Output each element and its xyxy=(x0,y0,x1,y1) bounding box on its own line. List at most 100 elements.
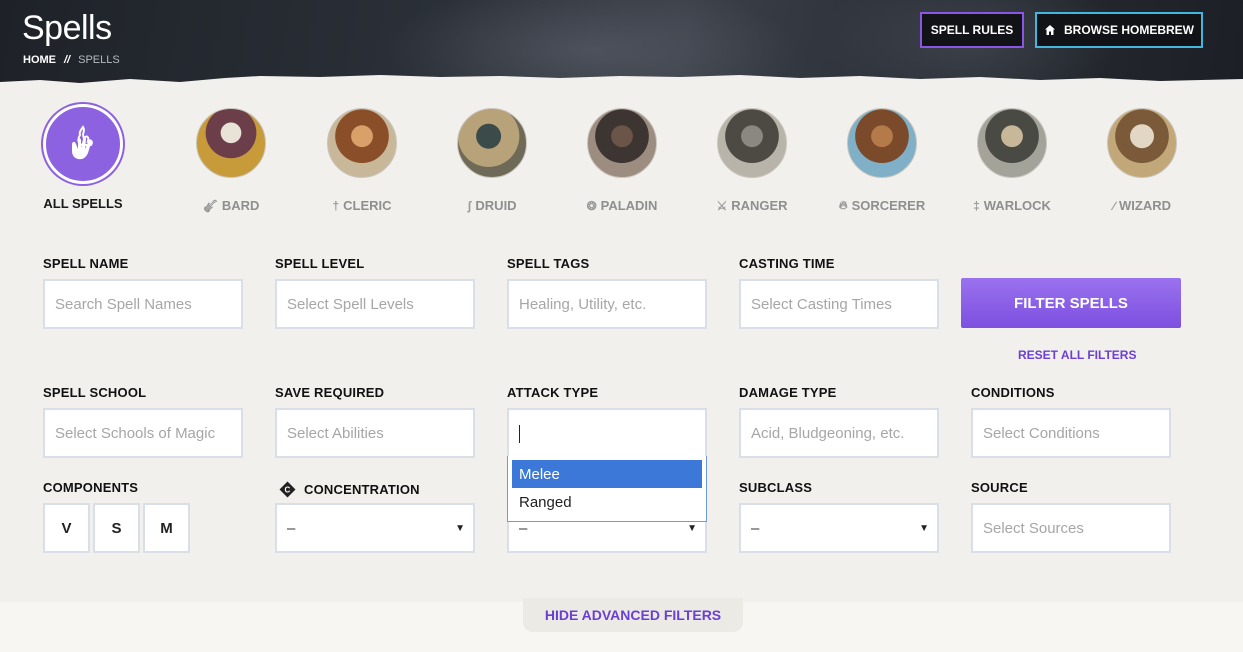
spell-school-placeholder: Select Schools of Magic xyxy=(55,424,216,442)
attack-type-input[interactable] xyxy=(507,408,707,458)
class-label-cleric: CLERIC xyxy=(343,198,392,213)
class-filter-warlock[interactable]: ‡ WARLOCK xyxy=(947,104,1077,213)
spell-tags-placeholder: Healing, Utility, etc. xyxy=(519,295,647,313)
paladin-portrait xyxy=(587,108,657,178)
subclass-select[interactable]: – ▼ xyxy=(739,503,939,553)
filter-spells-button[interactable]: FILTER SPELLS xyxy=(961,278,1181,328)
class-filter-wizard[interactable]: ∕ WIZARD xyxy=(1077,104,1207,213)
damage-type-placeholder: Acid, Bludgeoning, etc. xyxy=(751,424,905,442)
bard-icon: 🎸︎ xyxy=(202,198,218,213)
warlock-icon: ‡ xyxy=(973,198,980,213)
attack-type-dropdown: Melee Ranged xyxy=(507,456,707,522)
page-title: Spells xyxy=(22,9,112,47)
page-header: Spells HOME // SPELLS SPELL RULES BROWSE… xyxy=(0,0,1243,86)
conditions-label: CONDITIONS xyxy=(971,385,1055,400)
caret-down-icon: ▼ xyxy=(455,522,465,534)
breadcrumb-separator: // xyxy=(64,54,71,66)
ranger-icon: ⚔ xyxy=(716,198,728,213)
torn-edge xyxy=(0,75,1243,86)
caret-down-icon: ▼ xyxy=(919,522,929,534)
home-icon xyxy=(1045,25,1055,35)
breadcrumb: HOME // SPELLS xyxy=(23,54,120,66)
conditions-select[interactable]: Select Conditions xyxy=(971,408,1171,458)
spell-name-label: SPELL NAME xyxy=(43,256,129,271)
source-placeholder: Select Sources xyxy=(983,519,1084,537)
class-label-warlock: WARLOCK xyxy=(983,198,1051,213)
class-label-all: ALL SPELLS xyxy=(43,196,123,211)
concentration-select[interactable]: – ▼ xyxy=(275,503,475,553)
browse-homebrew-label: BROWSE HOMEBREW xyxy=(1064,23,1194,37)
cleric-portrait xyxy=(327,108,397,178)
spell-rules-button[interactable]: SPELL RULES xyxy=(920,12,1024,48)
save-required-label: SAVE REQUIRED xyxy=(275,385,385,400)
attack-type-label: ATTACK TYPE xyxy=(507,385,599,400)
sorcerer-portrait xyxy=(847,108,917,178)
damage-type-input[interactable]: Acid, Bludgeoning, etc. xyxy=(739,408,939,458)
concentration-icon: C xyxy=(279,481,296,498)
casting-time-label: CASTING TIME xyxy=(739,256,835,271)
ranger-portrait xyxy=(717,108,787,178)
reset-filters-link[interactable]: RESET ALL FILTERS xyxy=(1018,348,1136,362)
option-ranged[interactable]: Ranged xyxy=(512,488,702,516)
class-label-bard: BARD xyxy=(221,198,260,213)
class-filter-sorcerer[interactable]: 🔥︎ SORCERER xyxy=(817,104,947,213)
class-label-wizard: WIZARD xyxy=(1119,198,1171,213)
concentration-label-group: C CONCENTRATION xyxy=(279,481,420,498)
option-melee[interactable]: Melee xyxy=(512,460,702,488)
conditions-placeholder: Select Conditions xyxy=(983,424,1100,442)
class-label-paladin: PALADIN xyxy=(600,198,658,213)
spell-school-select[interactable]: Select Schools of Magic xyxy=(43,408,243,458)
cleric-icon: † xyxy=(332,198,340,213)
save-required-select[interactable]: Select Abilities xyxy=(275,408,475,458)
wizard-icon: ∕ xyxy=(1112,198,1115,213)
component-m-button[interactable]: M xyxy=(143,503,190,553)
warlock-portrait xyxy=(977,108,1047,178)
casting-time-placeholder: Select Casting Times xyxy=(751,295,892,313)
spell-level-select[interactable]: Select Spell Levels xyxy=(275,279,475,329)
text-cursor xyxy=(519,425,520,443)
subclass-value: – xyxy=(751,519,760,537)
svg-text:C: C xyxy=(285,486,291,495)
spell-name-input[interactable]: Search Spell Names xyxy=(43,279,243,329)
spell-tags-input[interactable]: Healing, Utility, etc. xyxy=(507,279,707,329)
class-label-ranger: RANGER xyxy=(731,198,788,213)
breadcrumb-current: SPELLS xyxy=(78,54,120,66)
subclass-label: SUBCLASS xyxy=(739,480,813,495)
sorcerer-icon: 🔥︎ xyxy=(838,198,848,212)
spell-level-label: SPELL LEVEL xyxy=(275,256,365,271)
class-filter-paladin[interactable]: ❂ PALADIN xyxy=(557,104,687,213)
all-spells-circle xyxy=(43,104,123,184)
class-label-druid: DRUID xyxy=(475,198,517,213)
druid-portrait xyxy=(457,108,527,178)
class-filter-cleric[interactable]: † CLERIC xyxy=(297,104,427,213)
spell-tags-label: SPELL TAGS xyxy=(507,256,590,271)
source-select[interactable]: Select Sources xyxy=(971,503,1171,553)
magic-hand-icon xyxy=(72,125,93,160)
paladin-icon: ❂ xyxy=(586,198,597,213)
spell-level-placeholder: Select Spell Levels xyxy=(287,295,414,313)
hide-advanced-filters-button[interactable]: HIDE ADVANCED FILTERS xyxy=(523,598,743,632)
class-filter-druid[interactable]: ʃ DRUID xyxy=(427,104,557,213)
component-s-button[interactable]: S xyxy=(93,503,140,553)
concentration-label: CONCENTRATION xyxy=(304,482,420,497)
class-filter-bard[interactable]: 🎸︎ BARD xyxy=(166,104,296,213)
spell-rules-label: SPELL RULES xyxy=(930,23,1014,37)
ritual-value: – xyxy=(519,519,528,537)
casting-time-select[interactable]: Select Casting Times xyxy=(739,279,939,329)
class-label-sorcerer: SORCERER xyxy=(851,198,926,213)
class-filter-ranger[interactable]: ⚔ RANGER xyxy=(687,104,817,213)
spell-school-label: SPELL SCHOOL xyxy=(43,385,147,400)
wizard-portrait xyxy=(1107,108,1177,178)
component-v-button[interactable]: V xyxy=(43,503,90,553)
concentration-value: – xyxy=(287,519,296,537)
source-label: SOURCE xyxy=(971,480,1028,495)
browse-homebrew-button[interactable]: BROWSE HOMEBREW xyxy=(1035,12,1203,48)
breadcrumb-home[interactable]: HOME xyxy=(23,54,56,66)
damage-type-label: DAMAGE TYPE xyxy=(739,385,837,400)
bard-portrait xyxy=(196,108,266,178)
class-filter-all[interactable]: ALL SPELLS xyxy=(18,104,148,211)
save-required-placeholder: Select Abilities xyxy=(287,424,384,442)
druid-icon: ʃ xyxy=(467,198,472,213)
spell-name-placeholder: Search Spell Names xyxy=(55,295,192,313)
components-label: COMPONENTS xyxy=(43,480,139,495)
